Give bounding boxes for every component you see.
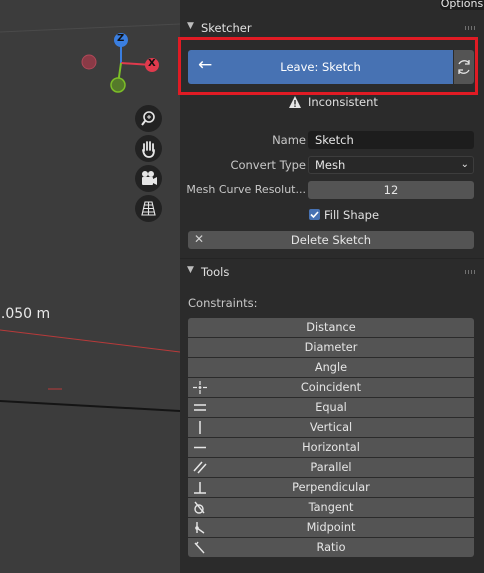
3d-viewport[interactable]: Z X 3.050 m: [0, 0, 180, 573]
zoom-icon[interactable]: [135, 105, 162, 132]
constraint-label: Horizontal: [302, 441, 360, 454]
constraint-horizontal-button[interactable]: Horizontal: [188, 438, 474, 457]
constraint-label: Parallel: [310, 461, 352, 474]
constraint-diameter-button[interactable]: Diameter: [188, 338, 474, 357]
leave-sketch-label: Leave: Sketch: [280, 60, 361, 74]
constraint-label: Coincident: [300, 381, 362, 394]
tools-panel-header[interactable]: ▼ Tools: [180, 262, 484, 284]
viewport-canvas: [0, 23, 180, 412]
fill-shape-label: Fill Shape: [324, 208, 380, 222]
constraint-label: Perpendicular: [292, 481, 370, 494]
leave-sketch-button[interactable]: ← Leave: Sketch: [188, 50, 453, 84]
perpendicular-icon: [194, 482, 206, 494]
convert-type-select[interactable]: Mesh ⌄: [308, 156, 474, 174]
tangent-icon: [194, 501, 205, 514]
constraint-ratio-button[interactable]: Ratio: [188, 538, 474, 557]
collapse-arrow-icon: ▼: [187, 265, 194, 275]
sketcher-panel-title: Sketcher: [201, 21, 252, 35]
ratio-icon: [194, 541, 205, 554]
parallel-icon: [193, 461, 207, 474]
constraint-tangent-button[interactable]: Tangent: [188, 498, 474, 517]
delete-sketch-label: Delete Sketch: [290, 233, 372, 247]
tools-panel-title: Tools: [201, 265, 230, 279]
midpoint-icon: [195, 522, 205, 534]
convert-type-value: Mesh: [315, 158, 346, 172]
collapse-arrow-icon: ▼: [187, 21, 194, 31]
refresh-button[interactable]: [454, 50, 474, 84]
vertical-icon: [199, 421, 201, 434]
constraint-label: Angle: [314, 361, 348, 374]
divider: [180, 258, 484, 259]
camera-icon[interactable]: [135, 165, 162, 192]
mesh-curve-resolution-label: Mesh Curve Resolut...: [186, 183, 306, 196]
refresh-icon: [458, 60, 470, 74]
gizmo-x-label: X: [148, 58, 156, 69]
warning-icon: [289, 96, 301, 108]
coincident-icon: [193, 381, 207, 394]
constraint-vertical-button[interactable]: Vertical: [188, 418, 474, 437]
constraint-label: Midpoint: [306, 521, 356, 534]
drag-grip-icon[interactable]: [465, 26, 476, 30]
constraint-parallel-button[interactable]: Parallel: [188, 458, 474, 477]
grid-perspective-icon[interactable]: [135, 195, 162, 222]
equal-icon: [194, 404, 206, 411]
warning-text: Inconsistent: [308, 95, 378, 109]
constraint-label: Distance: [306, 321, 356, 334]
constraint-equal-button[interactable]: Equal: [188, 398, 474, 417]
constraint-perpendicular-button[interactable]: Perpendicular: [188, 478, 474, 497]
check-icon: [310, 211, 319, 219]
hand-pan-icon[interactable]: [135, 135, 162, 162]
fill-shape-checkbox[interactable]: [309, 209, 320, 220]
name-label: Name: [272, 133, 306, 147]
gizmo-z-handle[interactable]: [113, 32, 129, 48]
measurement-label: 3.050 m: [0, 306, 51, 322]
constraint-label: Vertical: [309, 421, 353, 434]
options-button[interactable]: Options: [440, 0, 484, 10]
chevron-down-icon: ⌄: [460, 159, 469, 170]
constraint-midpoint-button[interactable]: Midpoint: [188, 518, 474, 537]
constraint-label: Equal: [315, 401, 347, 414]
convert-type-label: Convert Type: [230, 158, 306, 172]
constraint-label: Ratio: [316, 541, 346, 554]
constraint-coincident-button[interactable]: Coincident: [188, 378, 474, 397]
horizontal-icon: [194, 446, 206, 449]
constraint-distance-button[interactable]: Distance: [188, 318, 474, 337]
constraint-label: Diameter: [304, 341, 358, 354]
constraints-label: Constraints:: [188, 296, 258, 310]
constraint-label: Tangent: [308, 501, 354, 514]
drag-grip-icon[interactable]: [465, 270, 476, 274]
delete-sketch-button[interactable]: ✕ Delete Sketch: [188, 231, 474, 249]
mesh-curve-resolution-field[interactable]: 12: [308, 181, 474, 199]
name-field[interactable]: Sketch: [308, 131, 474, 149]
constraint-angle-button[interactable]: Angle: [188, 358, 474, 377]
